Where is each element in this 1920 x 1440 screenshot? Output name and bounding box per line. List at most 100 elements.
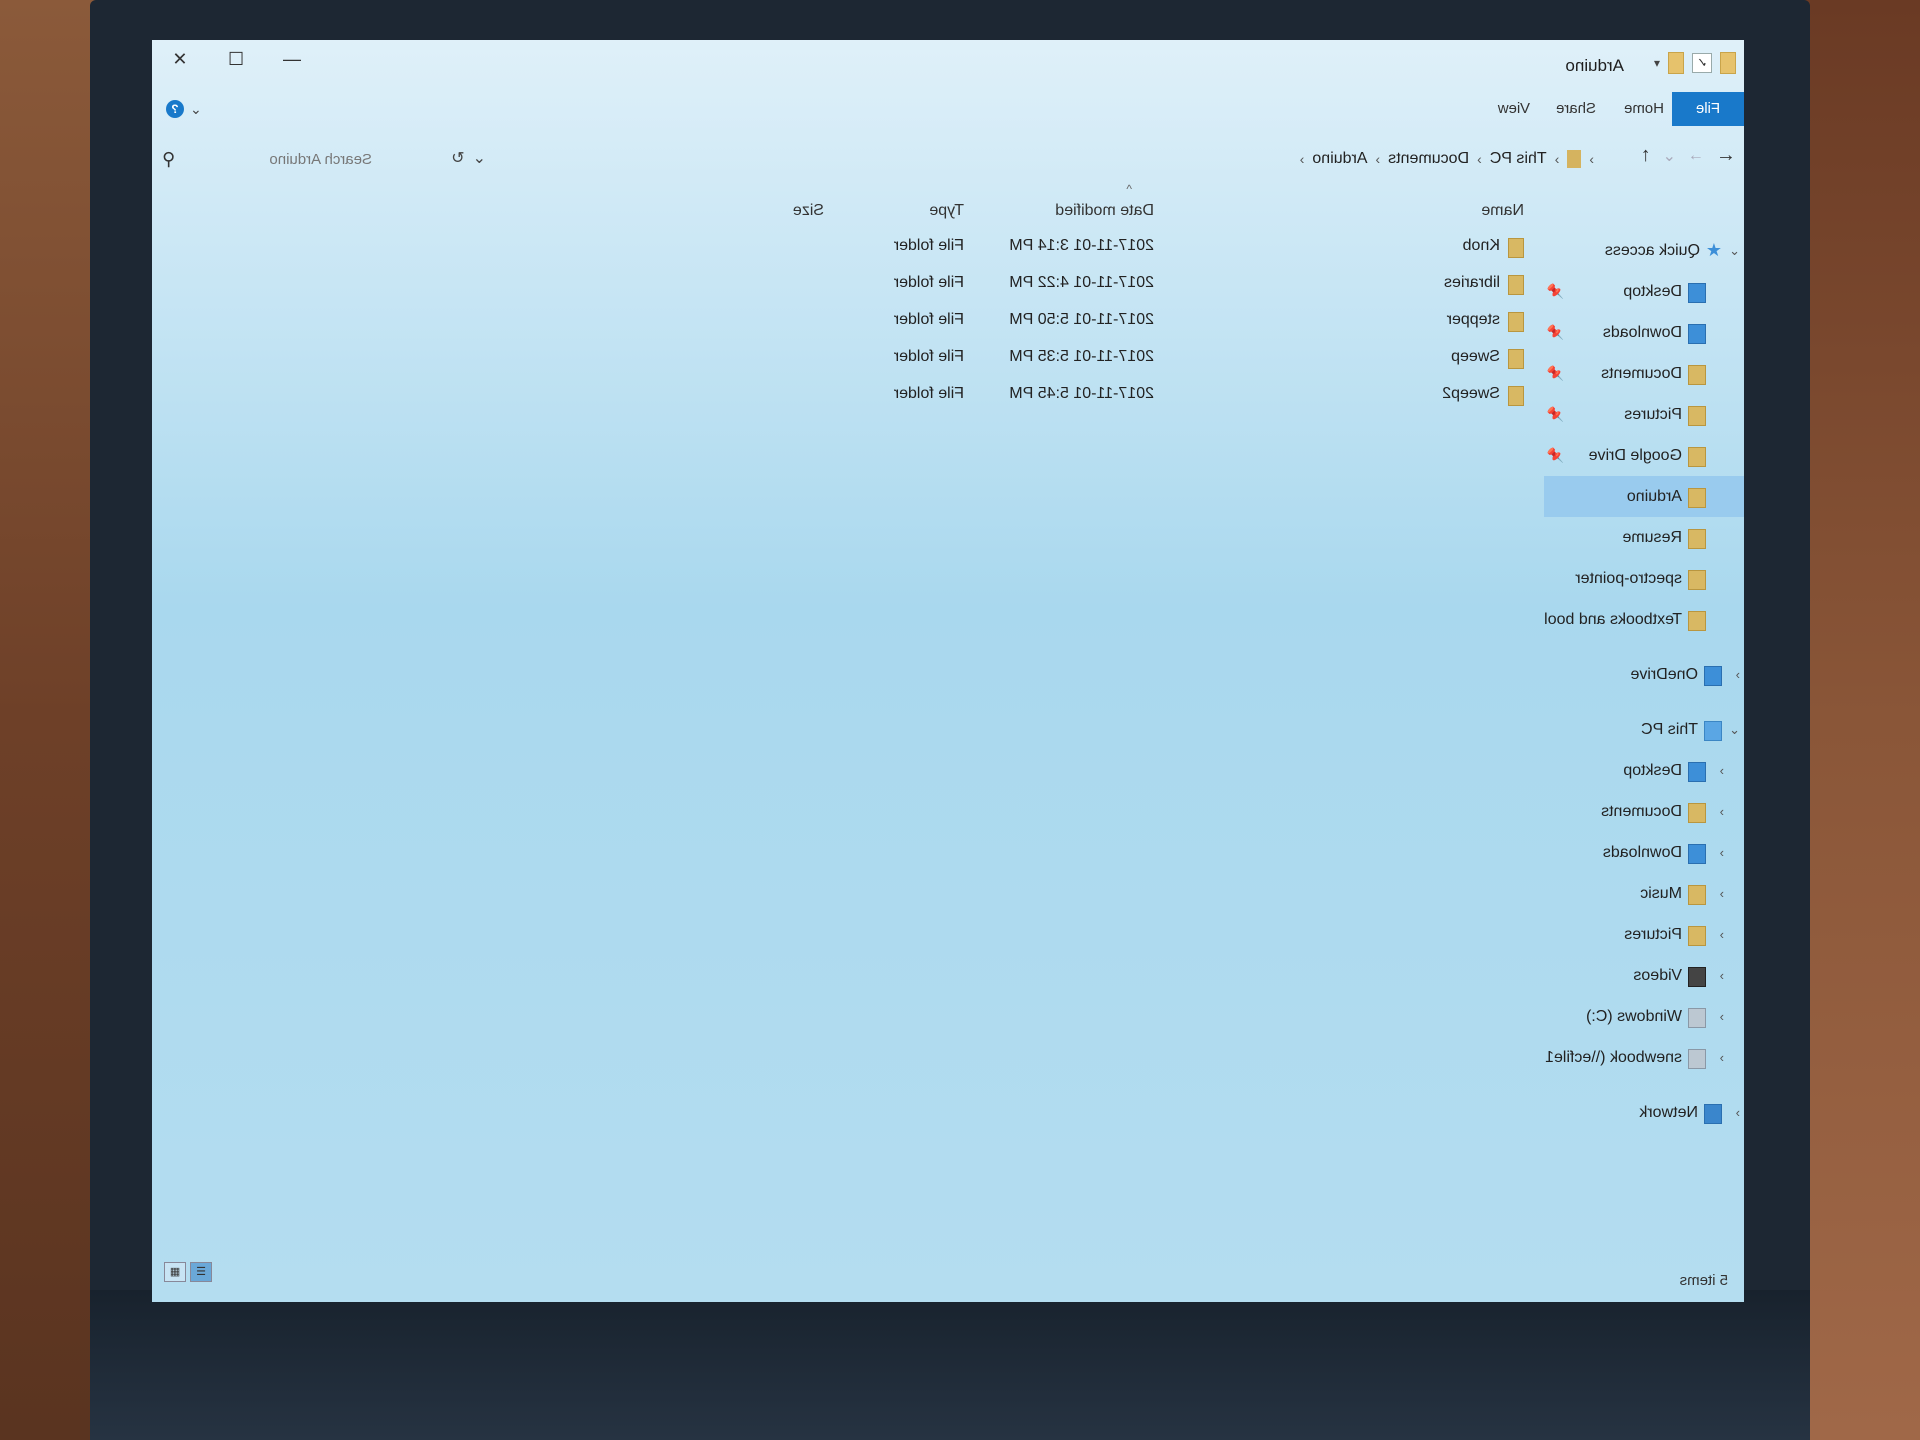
chevron-right-icon[interactable]: › — [1720, 996, 1724, 1037]
column-size[interactable]: Size — [793, 202, 824, 220]
tab-file[interactable]: File — [1672, 92, 1744, 126]
desktop-icon — [1688, 762, 1706, 782]
sidebar-label: Music — [1640, 885, 1682, 902]
up-arrow-icon[interactable]: ↑ — [1641, 144, 1651, 167]
properties-icon[interactable]: ✓ — [1692, 53, 1712, 73]
sidebar-label: spectro-pointer — [1575, 570, 1682, 587]
sidebar-item-pc-pictures[interactable]: › Pictures — [1544, 914, 1744, 955]
chevron-right-icon: › — [1477, 151, 1482, 167]
sidebar-item-this-pc[interactable]: ⌄ This PC — [1544, 709, 1744, 750]
address-bar[interactable]: › › This PC › Documents › Arduino › — [464, 144, 1594, 174]
sidebar-item-pc-network-drive[interactable]: › snewbook (\\ecfile1 — [1544, 1037, 1744, 1078]
file-row[interactable]: Sweep 2017-11-01 5:35 PM File folder — [224, 339, 1524, 376]
chevron-right-icon[interactable]: › — [1720, 832, 1724, 873]
maximize-button[interactable]: ☐ — [208, 40, 264, 80]
documents-icon — [1688, 803, 1706, 823]
sidebar-item-textbooks[interactable]: Textbooks and bool — [1544, 599, 1744, 640]
sidebar-item-pc-videos[interactable]: › Videos — [1544, 955, 1744, 996]
large-icons-view-icon[interactable]: ▦ — [164, 1262, 186, 1282]
pictures-icon — [1688, 406, 1706, 426]
sidebar-quick-access[interactable]: ⌄ ★ Quick access — [1544, 230, 1744, 271]
sidebar-label: Quick access — [1604, 242, 1700, 259]
chevron-right-icon[interactable]: › — [1720, 750, 1724, 791]
view-toggle: ☰ ▦ — [164, 1262, 212, 1282]
sidebar-item-pc-music[interactable]: › Music — [1544, 873, 1744, 914]
folder-icon — [1688, 488, 1706, 508]
pin-icon[interactable]: 📌 — [1547, 271, 1564, 312]
chevron-right-icon[interactable]: › — [1720, 955, 1724, 996]
back-arrow-icon[interactable]: ← — [1716, 144, 1736, 167]
sidebar-item-desktop[interactable]: Desktop 📌 — [1544, 271, 1744, 312]
forward-arrow-icon[interactable]: → — [1688, 147, 1704, 165]
sidebar-item-pc-documents[interactable]: › Documents — [1544, 791, 1744, 832]
expand-ribbon-icon[interactable]: ⌄ — [190, 101, 202, 118]
chevron-right-icon[interactable]: › — [1720, 914, 1724, 955]
file-row[interactable]: Sweep2 2017-11-01 5:45 PM File folder — [224, 376, 1524, 413]
details-view-icon[interactable]: ☰ — [190, 1262, 212, 1282]
sidebar-item-pc-desktop[interactable]: › Desktop — [1544, 750, 1744, 791]
sidebar-item-downloads[interactable]: Downloads 📌 — [1544, 312, 1744, 353]
help-icon[interactable]: ? — [166, 100, 184, 118]
drive-icon — [1688, 1008, 1706, 1028]
folder-icon — [1508, 349, 1524, 369]
breadcrumb-documents[interactable]: Documents — [1388, 150, 1469, 168]
monitor-chin — [90, 1290, 1810, 1440]
pin-icon[interactable]: 📌 — [1547, 394, 1564, 435]
ribbon-controls: ⌄ ? — [166, 100, 202, 118]
file-row[interactable]: libraries 2017-11-01 4:22 PM File folder — [224, 265, 1524, 302]
pin-icon[interactable]: 📌 — [1547, 435, 1564, 476]
minimize-button[interactable]: — — [264, 40, 320, 80]
file-row[interactable]: Knob 2017-11-01 3:14 PM File folder — [224, 228, 1524, 265]
new-folder-icon[interactable] — [1668, 52, 1684, 74]
network-drive-icon — [1688, 1049, 1706, 1069]
navigation-bar: ← → ⌄ ↑ › › This PC › Documents › Arduin… — [152, 140, 1744, 180]
sidebar-label: Documents — [1601, 365, 1682, 382]
sidebar-item-spectro-pointer[interactable]: spectro-pointer — [1544, 558, 1744, 599]
recent-locations-icon[interactable]: ⌄ — [1663, 146, 1676, 166]
chevron-right-icon[interactable]: › — [1720, 791, 1724, 832]
videos-icon — [1688, 967, 1706, 987]
sidebar-item-pc-downloads[interactable]: › Downloads — [1544, 832, 1744, 873]
ribbon-tabs: File Home Share View ⌄ ? — [152, 92, 1744, 126]
chevron-right-icon[interactable]: › — [1720, 1037, 1724, 1078]
sidebar-label: Network — [1639, 1104, 1698, 1121]
sidebar-item-arduino[interactable]: Arduino — [1544, 476, 1744, 517]
chevron-down-icon[interactable]: ⌄ — [1729, 709, 1740, 750]
file-row[interactable]: stepper 2017-11-01 5:50 PM File folder — [224, 302, 1524, 339]
sidebar-label: Desktop — [1623, 762, 1682, 779]
chevron-right-icon[interactable]: › — [1720, 873, 1724, 914]
chevron-down-icon[interactable]: ⌄ — [473, 148, 486, 168]
search-input[interactable]: Search Arduino ⚲ — [162, 144, 372, 174]
refresh-icon[interactable]: ↻ — [451, 148, 464, 168]
pin-icon[interactable]: 📌 — [1547, 312, 1564, 353]
breadcrumb-arduino[interactable]: Arduino — [1312, 150, 1367, 168]
navigation-pane: ⌄ ★ Quick access Desktop 📌 Downloads 📌 D… — [1544, 230, 1744, 1133]
folder-icon — [1508, 386, 1524, 406]
sidebar-item-google-drive[interactable]: Google Drive 📌 — [1544, 435, 1744, 476]
sidebar-item-pc-windows-c[interactable]: › Windows (C:) — [1544, 996, 1744, 1037]
breadcrumb-this-pc[interactable]: This PC — [1490, 150, 1547, 168]
column-date-modified[interactable]: Date modified — [1055, 202, 1154, 220]
sidebar-item-resume[interactable]: Resume — [1544, 517, 1744, 558]
sidebar-item-network[interactable]: › Network — [1544, 1092, 1744, 1133]
pin-icon[interactable]: 📌 — [1547, 353, 1564, 394]
customize-toolbar-dropdown[interactable]: ▾ — [1654, 56, 1660, 70]
window-title: Arduino — [1565, 56, 1624, 75]
sidebar-item-onedrive[interactable]: › OneDrive — [1544, 654, 1744, 695]
column-name[interactable]: Name — [1481, 202, 1524, 220]
tab-home[interactable]: Home — [1606, 92, 1682, 126]
tab-view[interactable]: View — [1480, 92, 1548, 126]
onedrive-icon — [1704, 666, 1722, 686]
chevron-right-icon[interactable]: › — [1736, 1092, 1740, 1133]
sidebar-item-pictures[interactable]: Pictures 📌 — [1544, 394, 1744, 435]
sidebar-label: OneDrive — [1630, 666, 1698, 683]
folder-icon — [1508, 275, 1524, 295]
chevron-right-icon[interactable]: › — [1736, 654, 1740, 695]
column-type[interactable]: Type — [929, 202, 964, 220]
sidebar-item-documents[interactable]: Documents 📌 — [1544, 353, 1744, 394]
close-button[interactable]: ✕ — [152, 40, 208, 80]
explorer-window: ✓ ▾ Arduino — ☐ ✕ File Home Share View ⌄… — [152, 40, 1744, 1302]
documents-icon — [1688, 365, 1706, 385]
chevron-down-icon[interactable]: ⌄ — [1729, 230, 1740, 271]
tab-share[interactable]: Share — [1538, 92, 1614, 126]
